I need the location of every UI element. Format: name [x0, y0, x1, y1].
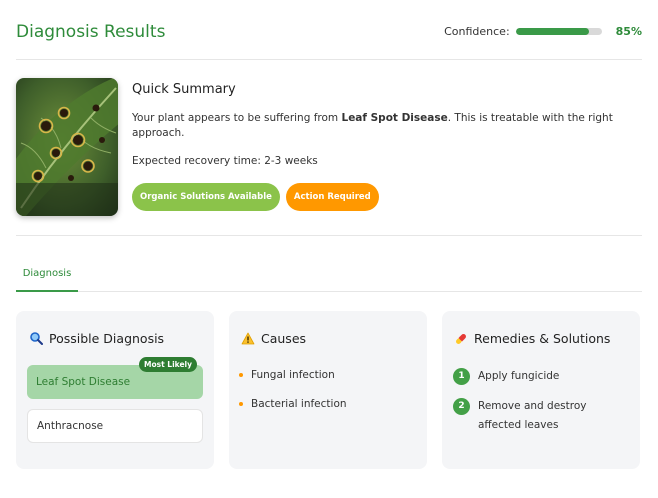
- diagnosis-option-anthracnose[interactable]: Anthracnose: [27, 409, 203, 443]
- magnifier-icon: [29, 332, 43, 346]
- recovery-time: Expected recovery time: 2-3 weeks: [132, 155, 318, 168]
- confidence-bar-fill: [515, 28, 589, 35]
- step-number-badge: 2: [453, 398, 470, 415]
- remedy-text: Remove and destroy affected leaves: [478, 400, 587, 431]
- cause-label: Fungal infection: [251, 369, 335, 381]
- tab-bar: Diagnosis: [16, 262, 642, 292]
- possible-diagnosis-header: Possible Diagnosis: [29, 331, 164, 346]
- confidence-meter: Confidence: 85%: [444, 25, 642, 38]
- cause-item: Bacterial infection: [239, 398, 347, 410]
- most-likely-badge: Most Likely: [139, 357, 197, 372]
- diagnosis-option-label: Anthracnose: [37, 420, 104, 432]
- disease-name: Leaf Spot Disease: [341, 112, 448, 124]
- pill-icon: [454, 332, 468, 346]
- remedies-title: Remedies & Solutions: [474, 331, 611, 346]
- organic-solutions-badge: Organic Solutions Available: [132, 183, 280, 212]
- causes-card: Causes Fungal infection Bacterial infect…: [229, 311, 427, 469]
- bullet-icon: [239, 373, 243, 377]
- diagnosis-option-leaf-spot[interactable]: Leaf Spot Disease Most Likely: [27, 357, 203, 399]
- remedy-step: 1 Apply fungicide: [453, 367, 628, 386]
- confidence-bar: [515, 28, 602, 35]
- summary-title: Quick Summary: [132, 82, 236, 97]
- warning-icon: [241, 332, 255, 346]
- bullet-icon: [239, 402, 243, 406]
- summary-text: Quick Summary Your plant appears to be s…: [132, 82, 632, 212]
- tab-diagnosis[interactable]: Diagnosis: [16, 262, 78, 292]
- step-number-badge: 1: [453, 368, 470, 385]
- diagnosis-option-label: Leaf Spot Disease: [36, 376, 131, 388]
- summary-description: Your plant appears to be suffering from …: [132, 111, 632, 140]
- cause-label: Bacterial infection: [251, 398, 347, 410]
- summary-badges: Organic Solutions Available Action Requi…: [132, 183, 632, 212]
- action-required-badge: Action Required: [285, 183, 379, 212]
- page-title: Diagnosis Results: [16, 22, 166, 42]
- remedy-text: Apply fungicide: [478, 370, 560, 382]
- results-header: Diagnosis Results Confidence: 85%: [16, 0, 642, 60]
- possible-diagnosis-title: Possible Diagnosis: [49, 331, 165, 346]
- confidence-value: 85%: [615, 25, 642, 38]
- quick-summary-section: Quick Summary Your plant appears to be s…: [16, 60, 642, 236]
- remedies-header: Remedies & Solutions: [454, 331, 610, 346]
- plant-leaf-image: [16, 78, 118, 216]
- cause-item: Fungal infection: [239, 369, 335, 381]
- confidence-label: Confidence:: [444, 25, 510, 38]
- summary-description-start: Your plant appears to be suffering from: [132, 112, 342, 124]
- remedies-card: Remedies & Solutions 1 Apply fungicide 2…: [442, 311, 640, 469]
- causes-header: Causes: [241, 331, 306, 346]
- possible-diagnosis-card: Possible Diagnosis Leaf Spot Disease Mos…: [16, 311, 214, 469]
- remedy-step: 2 Remove and destroy affected leaves: [453, 397, 628, 435]
- causes-title: Causes: [261, 331, 307, 346]
